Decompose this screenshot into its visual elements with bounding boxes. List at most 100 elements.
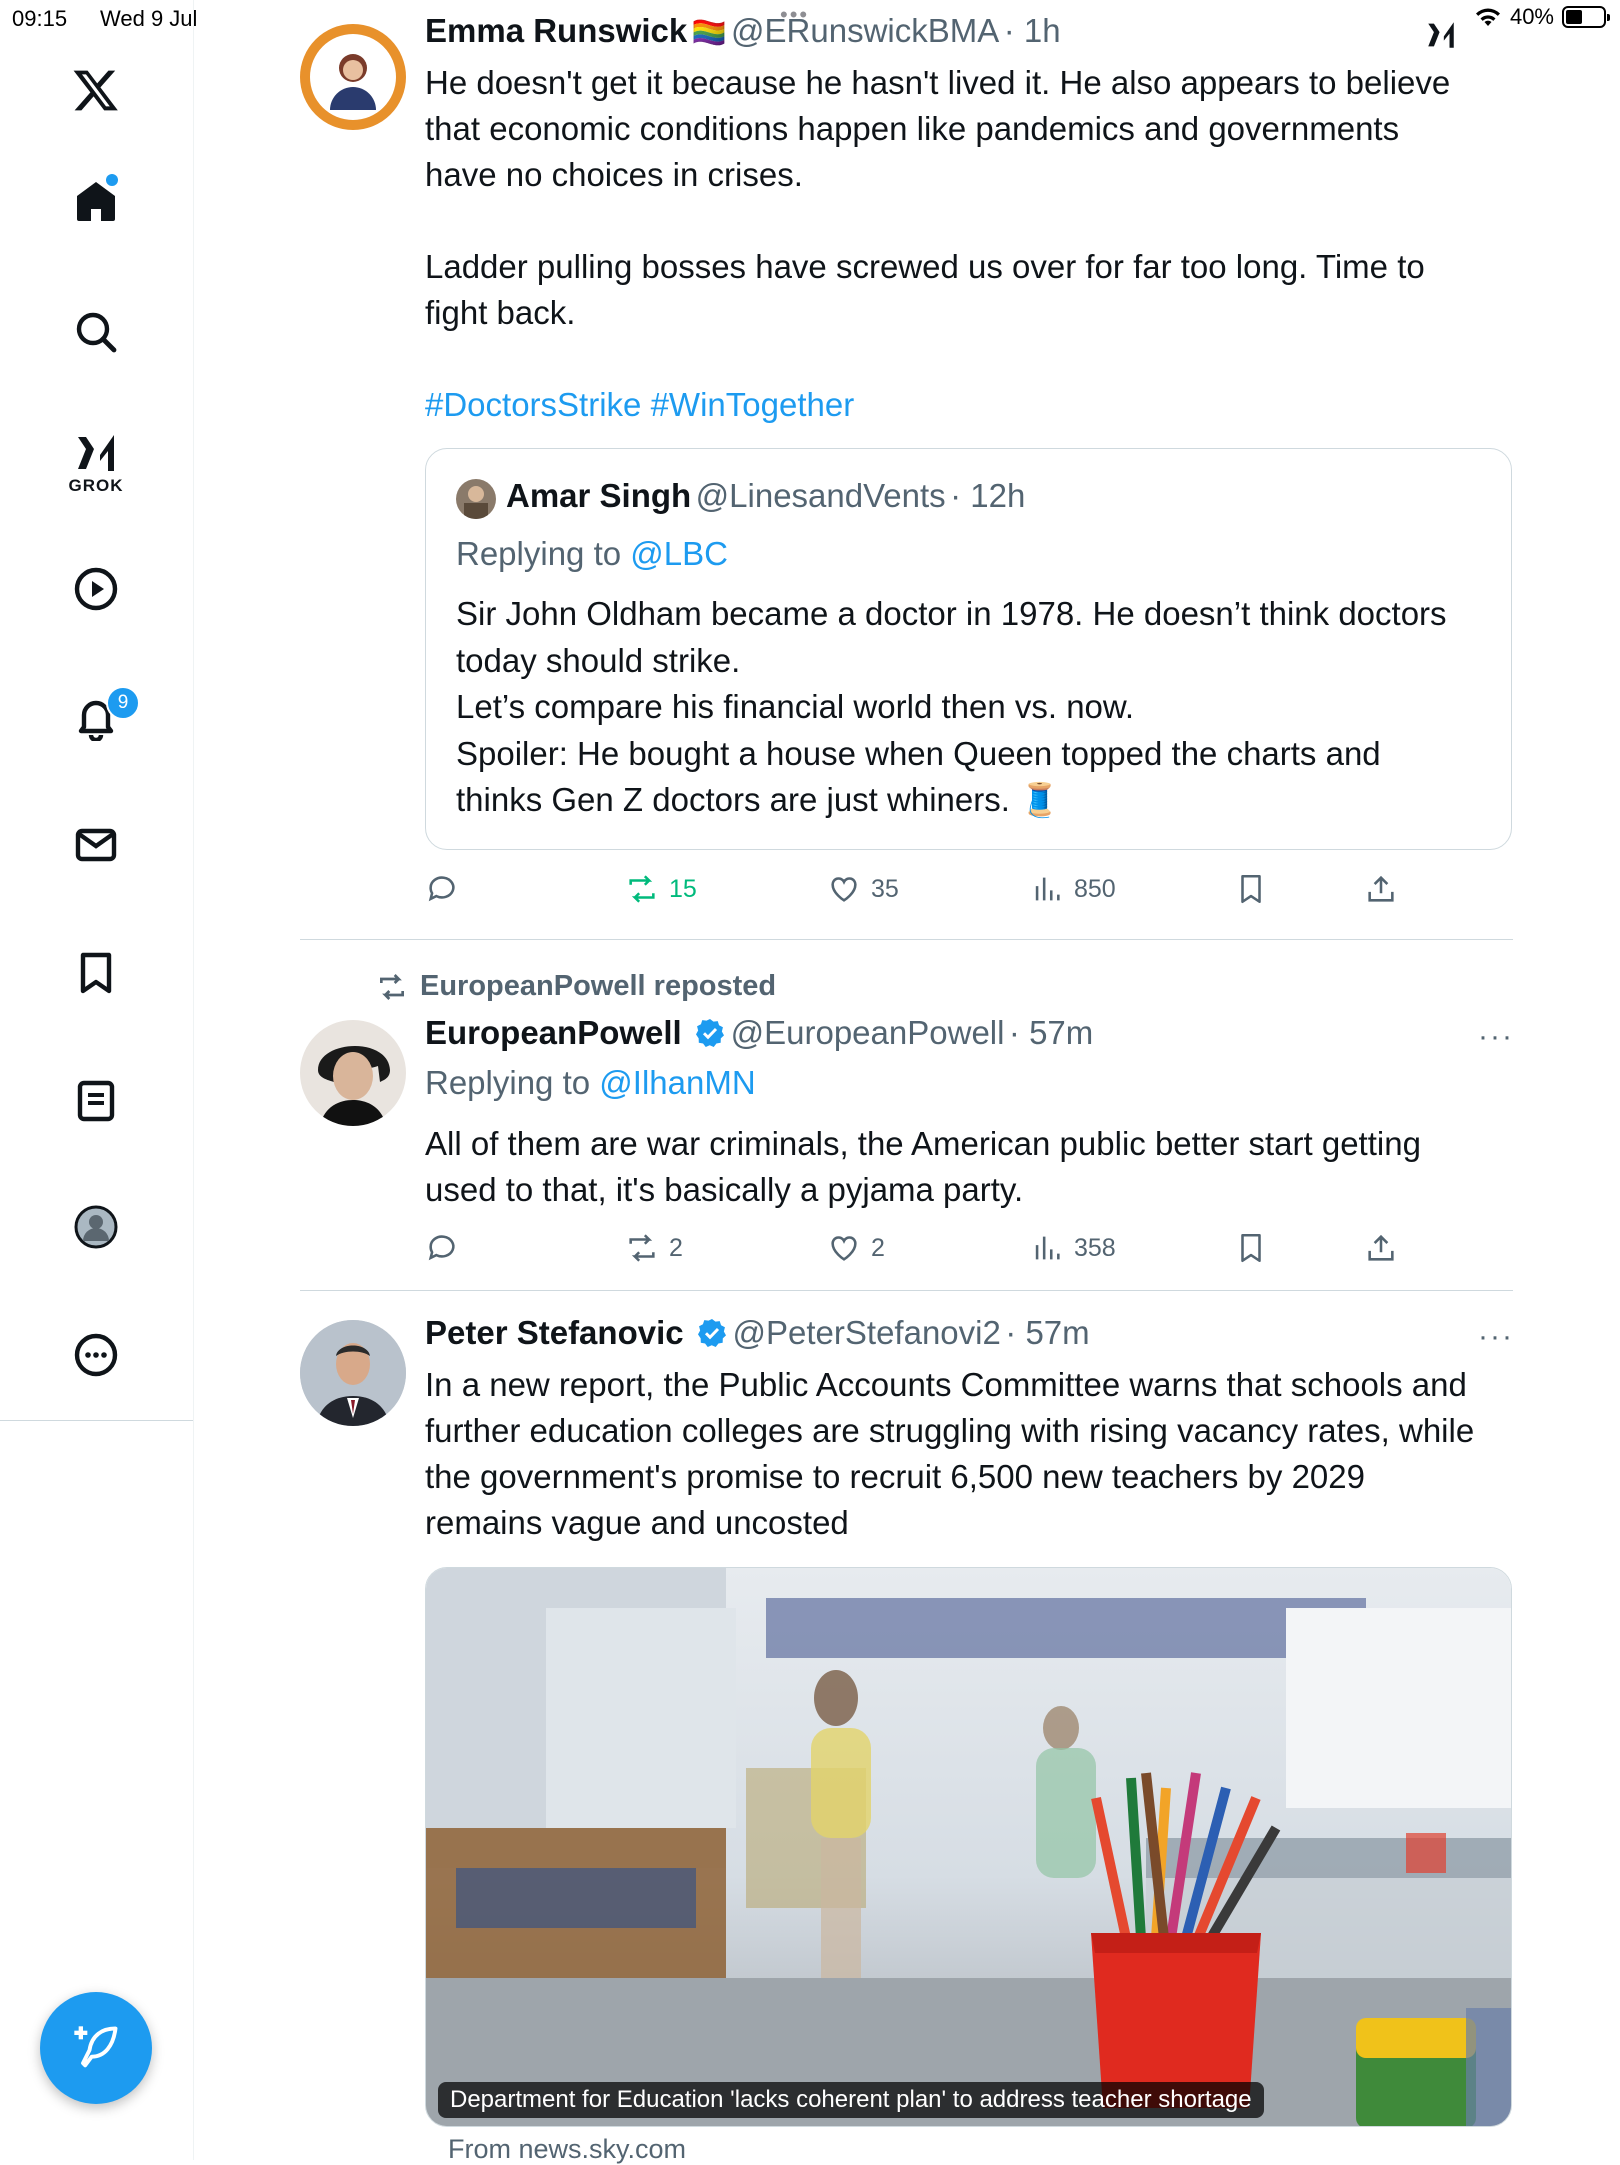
- tweet-divider: [300, 939, 1513, 940]
- home-unread-dot: [106, 174, 118, 186]
- quote-time: · 12h: [950, 477, 1026, 514]
- quote-line: Sir John Oldham became a doctor in 1978.…: [456, 595, 1447, 632]
- compose-icon: [74, 2026, 118, 2068]
- quote-line: thinks Gen Z doctors are just whiners. 🧵: [456, 781, 1061, 818]
- quote-author-name: Amar Singh: [506, 477, 692, 514]
- tweet-line: the government's promise to recruit 6,50…: [425, 1458, 1365, 1495]
- tweet-line: remains vague and uncosted: [425, 1504, 849, 1541]
- list-icon[interactable]: [61, 1066, 131, 1136]
- tweet-time[interactable]: · 57m: [1009, 1014, 1093, 1051]
- share-button[interactable]: [1364, 1231, 1398, 1265]
- like-count: 35: [871, 874, 899, 903]
- tweet-header: Peter Stefanovic @PeterStefanovi2 · 57m: [425, 1314, 1090, 1352]
- views-icon: [1035, 1236, 1060, 1260]
- view-count: 850: [1074, 874, 1116, 903]
- author-handle[interactable]: @EuropeanPowell: [731, 1014, 1005, 1051]
- author-name[interactable]: EuropeanPowell: [425, 1014, 682, 1051]
- notifications-badge: 9: [106, 686, 140, 720]
- mail-icon[interactable]: [61, 810, 131, 880]
- sidebar: GROK 9: [0, 0, 194, 2160]
- quote-body: Sir John Oldham became a doctor in 1978.…: [456, 591, 1496, 824]
- quote-line: Spoiler: He bought a house when Queen to…: [456, 734, 1381, 772]
- grok-label: GROK: [68, 476, 124, 495]
- bookmark-button[interactable]: [1234, 872, 1268, 906]
- avatar[interactable]: [300, 24, 406, 130]
- bookmark-icon[interactable]: [61, 938, 131, 1008]
- avatar[interactable]: [300, 1320, 406, 1426]
- more-circle-icon[interactable]: [61, 1320, 131, 1390]
- replying-prefix: Replying to: [456, 535, 622, 572]
- avatar[interactable]: [300, 1020, 406, 1126]
- verified-badge-icon: [698, 1319, 727, 1347]
- replying-to-link[interactable]: @IlhanMN: [599, 1064, 755, 1101]
- tweet-line: have no choices in crises.: [425, 156, 803, 193]
- xai-logo-icon[interactable]: [1424, 18, 1458, 52]
- classroom-image: [426, 1568, 1511, 2126]
- link-card[interactable]: Department for Education 'lacks coherent…: [425, 1567, 1512, 2127]
- replying-to: Replying to @IlhanMN: [425, 1064, 756, 1102]
- views-icon: [1035, 877, 1060, 901]
- reposted-by-label[interactable]: EuropeanPowell reposted: [420, 970, 776, 1003]
- share-button[interactable]: [1364, 872, 1398, 906]
- more-options-icon[interactable]: ···: [1478, 1020, 1514, 1054]
- quote-line: Let’s compare his financial world then v…: [456, 688, 1135, 725]
- heart-icon: [831, 877, 857, 902]
- author-handle[interactable]: @PeterStefanovi2: [733, 1314, 1001, 1351]
- compose-button[interactable]: [40, 1992, 152, 2104]
- tweet-line: All of them are war criminals, the Ameri…: [425, 1125, 1421, 1162]
- quote-avatar[interactable]: [456, 479, 496, 519]
- author-name[interactable]: Peter Stefanovic: [425, 1314, 684, 1351]
- tweet-divider: [300, 1290, 1513, 1291]
- tweet-time[interactable]: · 1h: [1004, 12, 1061, 49]
- battery-icon: [1562, 6, 1610, 28]
- author-name[interactable]: Emma Runswick: [425, 12, 687, 49]
- reply-button[interactable]: [425, 872, 459, 906]
- share-icon: [1368, 875, 1394, 902]
- profile-icon[interactable]: [61, 1192, 131, 1262]
- wifi-icon: [1475, 8, 1500, 26]
- replying-prefix: Replying to: [425, 1064, 591, 1101]
- retweet-count: 2: [669, 1233, 683, 1262]
- rainbow-flag-icon: 🏳️‍🌈: [691, 17, 727, 48]
- status-right: 40%: [1474, 4, 1610, 30]
- author-handle[interactable]: @ERunswickBMA: [731, 12, 999, 49]
- tweet-time[interactable]: · 57m: [1005, 1314, 1089, 1351]
- retweet-button[interactable]: 15: [625, 872, 697, 906]
- link-card-source[interactable]: From news.sky.com: [448, 2134, 686, 2165]
- tweet-header: Emma Runswick 🏳️‍🌈 @ERunswickBMA · 1h: [425, 12, 1061, 50]
- reply-button[interactable]: [425, 1231, 459, 1265]
- tweet-line: used to that, it's basically a pyjama pa…: [425, 1171, 1024, 1208]
- tweet-body: All of them are war criminals, the Ameri…: [425, 1121, 1520, 1213]
- tweet-line: Ladder pulling bosses have screwed us ov…: [425, 248, 1425, 285]
- sidebar-divider: [0, 1420, 193, 1421]
- repost-icon: [380, 973, 404, 1000]
- heart-icon: [831, 1236, 857, 1261]
- like-button[interactable]: 35: [827, 872, 899, 906]
- hashtags[interactable]: #DoctorsStrike #WinTogether: [425, 382, 1520, 428]
- retweet-count: 15: [669, 874, 697, 903]
- retweet-icon: [629, 1234, 655, 1262]
- bookmark-button[interactable]: [1234, 1231, 1268, 1265]
- play-icon[interactable]: [61, 554, 131, 624]
- replying-to-link[interactable]: @LBC: [630, 535, 728, 572]
- tweet-body: He doesn't get it because he hasn't live…: [425, 60, 1520, 428]
- retweet-button[interactable]: 2: [625, 1231, 683, 1265]
- quote-line: today should strike.: [456, 641, 741, 679]
- home-icon[interactable]: [61, 166, 131, 236]
- quote-tweet-card[interactable]: Amar Singh @LinesandVents · 12h Replying…: [425, 448, 1512, 850]
- views-button[interactable]: 850: [1030, 872, 1116, 906]
- tweet-header: EuropeanPowell @EuropeanPowell · 57m: [425, 1014, 1093, 1052]
- like-button[interactable]: 2: [827, 1231, 885, 1265]
- battery-percent: 40%: [1509, 4, 1554, 29]
- tweet-line: further education colleges are strugglin…: [425, 1412, 1475, 1449]
- tweet-body: In a new report, the Public Accounts Com…: [425, 1362, 1535, 1546]
- quote-author-handle: @LinesandVents: [695, 477, 946, 514]
- bookmark-icon: [1241, 1233, 1261, 1263]
- quote-replying-to: Replying to @LBC: [456, 535, 728, 573]
- more-options-icon[interactable]: ···: [1478, 1320, 1514, 1354]
- x-logo-icon[interactable]: [61, 55, 131, 125]
- search-icon[interactable]: [61, 297, 131, 367]
- retweet-icon: [629, 875, 655, 903]
- views-button[interactable]: 358: [1030, 1231, 1116, 1265]
- like-count: 2: [871, 1233, 885, 1262]
